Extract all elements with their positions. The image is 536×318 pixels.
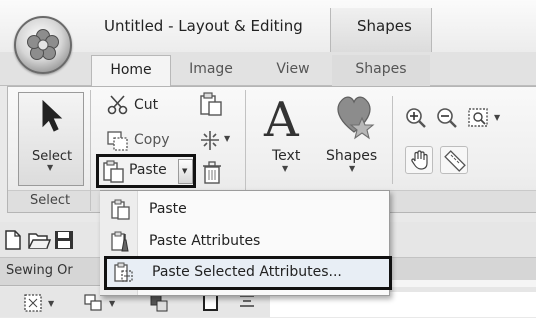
letter-a-icon: A	[264, 92, 299, 148]
folder-icon	[28, 233, 52, 249]
zoom-fit-button[interactable]: ▼	[466, 106, 516, 130]
tab-home[interactable]: Home	[91, 55, 171, 86]
menu-item-paste-attributes[interactable]: Paste Attributes	[101, 227, 389, 257]
cut-button[interactable]: Cut	[104, 94, 176, 118]
arrow-cursor-icon	[42, 99, 63, 132]
ruler-icon	[444, 150, 466, 172]
select-group-label: Select	[30, 193, 71, 208]
scissors-icon	[107, 95, 128, 115]
context-tab-title: Shapes	[357, 17, 412, 35]
copy-button[interactable]: Copy	[104, 129, 182, 153]
window-title: Untitled - Layout & Editing	[104, 17, 303, 35]
shapes-dropdown-arrow: ▼	[349, 164, 356, 173]
menu-item-paste[interactable]: Paste	[101, 195, 389, 225]
floppy-disk-icon	[55, 231, 73, 249]
align-button[interactable]: ▼	[198, 128, 238, 154]
clipboard-select-icon	[114, 262, 133, 282]
clipboard-icon	[111, 199, 130, 220]
menu-item-paste-selected-attributes[interactable]: Paste Selected Attributes...	[104, 256, 392, 290]
zoom-fit-icon: ▼	[468, 108, 501, 127]
open-file-button[interactable]	[27, 229, 52, 251]
menu-item-label: Paste	[149, 201, 187, 217]
align-icon: ▼	[201, 131, 231, 150]
select-button[interactable]: Select ▼	[18, 92, 84, 186]
svg-text:▼: ▼	[48, 299, 55, 308]
pan-button[interactable]	[405, 146, 433, 174]
save-button[interactable]	[53, 229, 75, 251]
trash-icon	[203, 161, 221, 184]
menu-item-label: Paste Selected Attributes...	[152, 264, 342, 280]
copy-label: Copy	[134, 132, 170, 148]
group-separator	[90, 90, 91, 211]
svg-text:▼: ▼	[224, 134, 231, 143]
zoom-out-icon	[437, 108, 457, 128]
tab-shapes[interactable]: Shapes	[332, 55, 430, 86]
text-button[interactable]: A Text ▼	[262, 92, 310, 182]
paste-dropdown-button[interactable]: ▼	[178, 159, 193, 184]
zoom-out-button[interactable]	[435, 106, 459, 130]
new-file-button[interactable]	[2, 229, 24, 251]
shapes-button[interactable]: Shapes ▼	[322, 88, 384, 182]
paste-special-button[interactable]	[198, 92, 224, 118]
group-separator	[392, 96, 393, 184]
text-button-label: Text	[272, 148, 301, 164]
sewing-order-tab[interactable]: Sewing Or	[6, 263, 73, 278]
copy-icon	[107, 131, 128, 151]
clipboard-icon	[200, 92, 222, 116]
menu-item-label: Paste Attributes	[149, 233, 261, 249]
new-file-icon	[5, 230, 21, 250]
paste-label: Paste	[129, 162, 167, 178]
select-dropdown-arrow: ▼	[47, 163, 54, 172]
text-dropdown-arrow: ▼	[282, 164, 289, 173]
svg-text:▼: ▼	[494, 113, 501, 122]
clipboard-icon	[103, 160, 124, 183]
zoom-in-button[interactable]	[404, 106, 428, 130]
svg-text:▼: ▼	[109, 299, 116, 308]
hand-icon	[411, 150, 428, 170]
measure-button[interactable]	[440, 146, 468, 174]
shapes-button-label: Shapes	[326, 148, 378, 164]
flower-app-icon	[27, 29, 59, 60]
zoom-in-icon	[406, 108, 426, 128]
tab-view[interactable]: View	[262, 55, 324, 86]
clipboard-brush-icon	[111, 231, 129, 252]
heart-star-icon	[337, 96, 375, 140]
tab-image[interactable]: Image	[176, 55, 246, 86]
select-area-tool[interactable]: ▼	[22, 292, 62, 314]
chevron-down-icon: ▼	[182, 167, 188, 175]
app-menu-button[interactable]	[14, 16, 72, 74]
select-button-label: Select	[32, 149, 73, 164]
marquee-select-icon: ▼	[24, 294, 55, 312]
delete-button[interactable]	[200, 160, 226, 186]
cut-label: Cut	[134, 97, 159, 113]
